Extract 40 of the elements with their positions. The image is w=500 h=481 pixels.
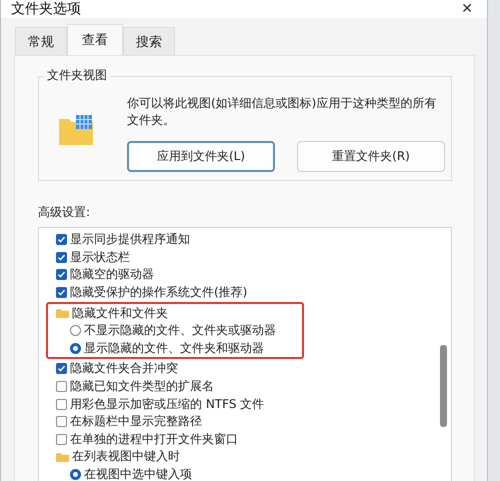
radio-button[interactable] xyxy=(70,342,81,354)
radio-button[interactable] xyxy=(70,325,81,336)
option-label: 不显示隐藏的文件、文件夹或驱动器 xyxy=(84,322,276,340)
folder-button[interactable]: 应用到文件夹(L) xyxy=(127,141,275,172)
checkbox[interactable] xyxy=(56,398,67,410)
option-label: 隐藏已知文件类型的扩展名 xyxy=(70,378,214,396)
checkbox[interactable] xyxy=(56,434,67,445)
checkbox[interactable] xyxy=(56,252,67,263)
window-title: 文件夹选项 xyxy=(11,0,81,18)
checkbox[interactable] xyxy=(56,416,67,428)
checkbox[interactable] xyxy=(56,269,67,280)
option-label: 在单独的进程中打开文件夹窗口 xyxy=(70,430,238,448)
folder-icon xyxy=(56,452,69,462)
tab[interactable]: 常规 xyxy=(15,27,67,55)
group-label: 在列表视图中键入时 xyxy=(72,448,180,466)
group-title: 文件夹视图 xyxy=(44,67,110,84)
option-label: 显示隐藏的文件、文件夹和驱动器 xyxy=(84,340,264,357)
checkbox[interactable] xyxy=(56,363,67,374)
option-label: 隐藏受保护的操作系统文件(推荐) xyxy=(70,284,248,302)
option-label: 在标题栏中显示完整路径 xyxy=(70,413,202,430)
tab[interactable]: 查看 xyxy=(67,24,123,55)
group-label: 隐藏文件和文件夹 xyxy=(72,304,168,322)
folder-button[interactable]: 重置文件夹(R) xyxy=(297,141,445,172)
checkbox[interactable] xyxy=(56,381,67,392)
option-label: 显示同步提供程序通知 xyxy=(70,231,190,248)
tab[interactable]: 搜索 xyxy=(123,27,175,55)
option-label: 在视图中选中键入项 xyxy=(84,466,192,481)
checkbox[interactable] xyxy=(56,234,67,246)
option-label: 显示状态栏 xyxy=(70,248,130,266)
folder-icon xyxy=(56,308,69,318)
radio-button[interactable] xyxy=(70,469,81,480)
checkbox[interactable] xyxy=(56,287,67,298)
scrollbar-thumb[interactable] xyxy=(440,345,446,427)
folder-icon xyxy=(59,115,93,145)
description-text: 你可以将此视图(如详细信息或图标)应用于这种类型的所有文件夹。 xyxy=(127,95,438,129)
close-button[interactable]: ✕ xyxy=(455,1,479,17)
option-label: 用彩色显示加密或压缩的 NTFS 文件 xyxy=(70,396,264,413)
option-label: 隐藏空的驱动器 xyxy=(70,266,154,284)
option-label: 隐藏文件夹合并冲突 xyxy=(70,360,178,378)
section-label: 高级设置: xyxy=(38,204,92,221)
